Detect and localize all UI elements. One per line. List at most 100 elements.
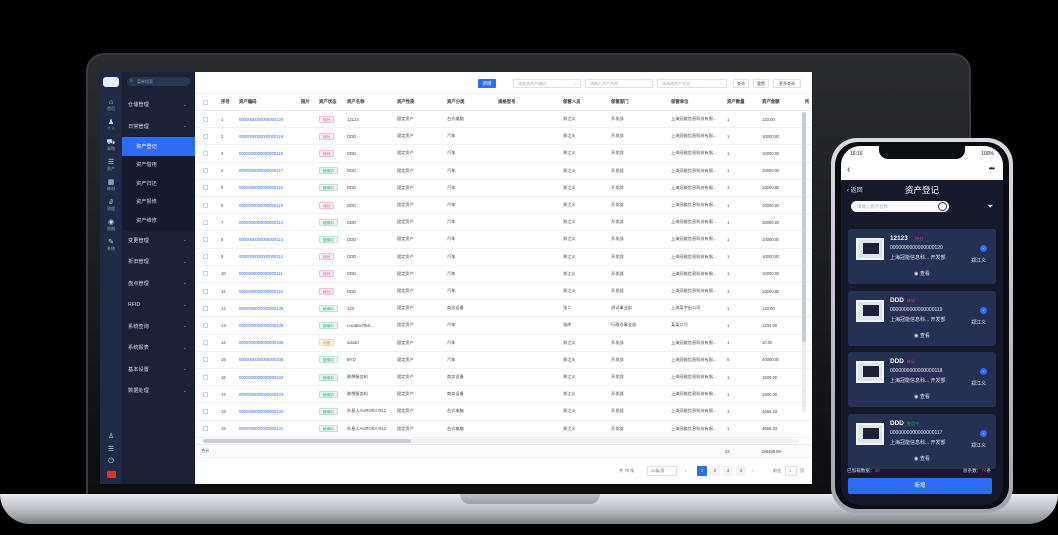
menu-sub-item[interactable]: 资产报修 [122,192,195,211]
page-2[interactable]: 2 [710,466,720,476]
checkbox-box[interactable] [203,150,208,156]
asset-code-link[interactable]: 0000000000000000120 [239,111,283,127]
view-link[interactable]: ◉ 查看 [848,455,996,462]
rail-item-location[interactable]: ◉ 地图 [100,215,122,235]
row-checkbox[interactable] [203,214,208,230]
row-checkbox[interactable] [203,369,208,385]
row-checkbox[interactable] [203,283,208,299]
menu-group[interactable]: 基本设置 ⌄ [122,359,195,381]
table-row[interactable]: 17 0000000000000000103 使用中 联想服务机 固定资产 商务设备 郑江义… [195,386,812,404]
table-row[interactable]: 18 0000000000000000102 使用中 外星人AURORA R12 固定资… [195,403,812,421]
view-link[interactable]: ◉ 查看 [848,270,996,277]
asset-status-select[interactable]: 请选择资产状态 ⌄ [657,79,727,88]
horizontal-scrollbar[interactable] [203,439,799,443]
page-4[interactable]: 4 [736,466,746,476]
asset-code-link[interactable]: 0000000000000000112 [239,249,283,265]
menu-group[interactable]: 变更管理 ⌄ [122,230,195,252]
next-page-icon[interactable]: › [752,466,753,476]
row-checkbox[interactable] [203,111,208,127]
checkbox-box[interactable] [203,340,208,346]
expand-chevron-icon[interactable]: ⌄ [980,430,987,437]
asset-code-link[interactable]: 0000000000000000114 [239,214,283,230]
checkbox-box[interactable] [203,305,208,311]
more-dots-icon[interactable]: ••• [989,164,995,173]
table-row[interactable]: 10 0000000000000000111 待分 DDD 固定资产 汽车 郑江义 开发部 上海… [195,266,812,283]
column-header[interactable]: 序号 [221,94,230,110]
row-checkbox[interactable] [203,128,208,144]
user-icon[interactable]: ♙ [108,432,114,440]
goto-page-input[interactable]: 1 [785,466,797,476]
asset-code-filter[interactable]: 请查询资产编码 ⌕ [513,79,581,88]
menu-sub-item[interactable]: 资产借用 [122,155,195,174]
asset-card[interactable]: DDD 使用中 0000000000000000117 上海冠能信息科... 开发部郑… [848,414,996,469]
asset-code-link[interactable]: 0000000000000000116 [239,180,283,196]
view-link[interactable]: ◉ 查看 [848,332,996,339]
asset-name-filter[interactable]: 请输入资产名称 [585,79,653,88]
row-checkbox[interactable] [203,403,208,419]
menu-group[interactable]: 系统查询 ⌄ [122,316,195,338]
table-row[interactable]: 2 0000000000000000119 待分 DDD 固定资产 汽车 郑江义 开发部 上海冠… [195,128,812,146]
checkbox-box[interactable] [203,426,208,432]
page-3[interactable]: 3 [723,466,733,476]
column-header[interactable]: 资产状态 [319,94,337,110]
checkbox-box[interactable] [203,219,208,225]
checkbox-box[interactable] [203,168,208,174]
menu-sub-item[interactable]: 资产归还 [122,174,195,193]
rail-item-wrench[interactable]: ✎ 系统 [100,235,122,255]
rail-item-grid[interactable]: ▦ 耗材 [100,175,122,195]
rail-item-cart[interactable]: ⛟ 采购 [100,135,122,155]
table-row[interactable]: 3 0000000000000000118 待分 DDD 固定资产 汽车 郑江义 开发部 上海冠… [195,145,812,163]
column-header[interactable]: 保管部门 [611,94,629,110]
expand-chevron-icon[interactable]: ⌄ [980,245,987,252]
rail-item-person[interactable]: ♟ 个人 [100,115,122,135]
checkbox-box[interactable] [203,357,208,363]
table-row[interactable]: 5 0000000000000000116 使用中 DDD 固定资产 汽车 郑江义 开发部 上海… [195,180,812,197]
browser-back-icon[interactable]: ‹ [847,164,850,175]
checkbox-box[interactable] [203,99,208,105]
asset-code-link[interactable]: 0000000000000000118 [239,145,283,161]
row-checkbox[interactable] [203,249,208,265]
add-button[interactable]: 新增 [478,79,496,88]
rail-item-home[interactable]: ⌂ 首页 [100,95,122,115]
column-header[interactable]: 保管单位 [671,94,689,110]
phone-search-input[interactable]: 请输入资产名称 [851,201,949,212]
column-header[interactable]: 资产名称 [347,94,365,110]
checkbox-box[interactable] [203,288,208,294]
checkbox-box[interactable] [203,271,208,277]
asset-code-link[interactable]: 0000000000000000103 [239,386,283,402]
menu-group[interactable]: RFID ⌄ [122,294,195,316]
vertical-scroll-thumb[interactable] [802,112,806,342]
checkbox-box[interactable] [203,391,208,397]
search-icon[interactable] [938,202,947,211]
view-link[interactable]: ◉ 查看 [848,393,996,400]
table-row[interactable]: 19 0000000000000000101 使用中 外星人AURORA R12 固定资… [195,421,812,438]
asset-card[interactable]: DDD 待分 0000000000000000118 上海冠能信息科... 开发部 郑江… [848,352,996,407]
table-row[interactable]: 16 0000000000000000104 使用中 联想服务机 固定资产 商务设备 郑江义… [195,369,812,387]
menu-search-input[interactable]: 菜单搜索 [127,77,190,86]
column-header[interactable]: 资产编码 [239,94,257,110]
settings-sliders-icon[interactable]: ☰ [108,445,114,453]
filter-icon[interactable]: ⏷ [987,202,993,212]
row-checkbox[interactable] [203,386,208,402]
row-checkbox[interactable] [203,266,208,282]
row-checkbox[interactable] [203,145,208,161]
expand-chevron-icon[interactable]: ⌄ [980,368,987,375]
more-query-button[interactable]: 更多查询 [773,79,801,88]
column-header[interactable]: 资产分类 [447,94,465,110]
table-row[interactable]: 6 0000000000000000115 待分 DDD 固定资产 汽车 郑江义 开发部 上海冠… [195,197,812,215]
asset-code-link[interactable]: 0000000000000000105 [239,352,283,368]
table-row[interactable]: 14 0000000000000000106 闲置 ododd 固定资产 汽车 郑江义 开发部… [195,335,812,352]
checkbox-box[interactable] [203,133,208,139]
asset-card[interactable]: DDD 待分 0000000000000000119 上海冠能信息科... 开发部 郑江… [848,291,996,346]
row-checkbox[interactable] [203,231,208,247]
flag-icon[interactable] [106,471,116,478]
menu-group[interactable]: 仓储管理 ⌄ [122,94,195,116]
row-checkbox[interactable] [203,335,208,351]
page-1[interactable]: 1 [697,466,707,476]
row-checkbox[interactable] [203,317,208,333]
checkbox-box[interactable] [203,322,208,328]
asset-code-link[interactable]: 0000000000000000113 [239,231,283,247]
row-checkbox[interactable] [203,352,208,368]
query-button[interactable]: 查询 [733,79,749,88]
table-row[interactable]: 4 0000000000000000117 使用中 DDD 固定资产 汽车 郑江义 开发部 上海… [195,163,812,180]
